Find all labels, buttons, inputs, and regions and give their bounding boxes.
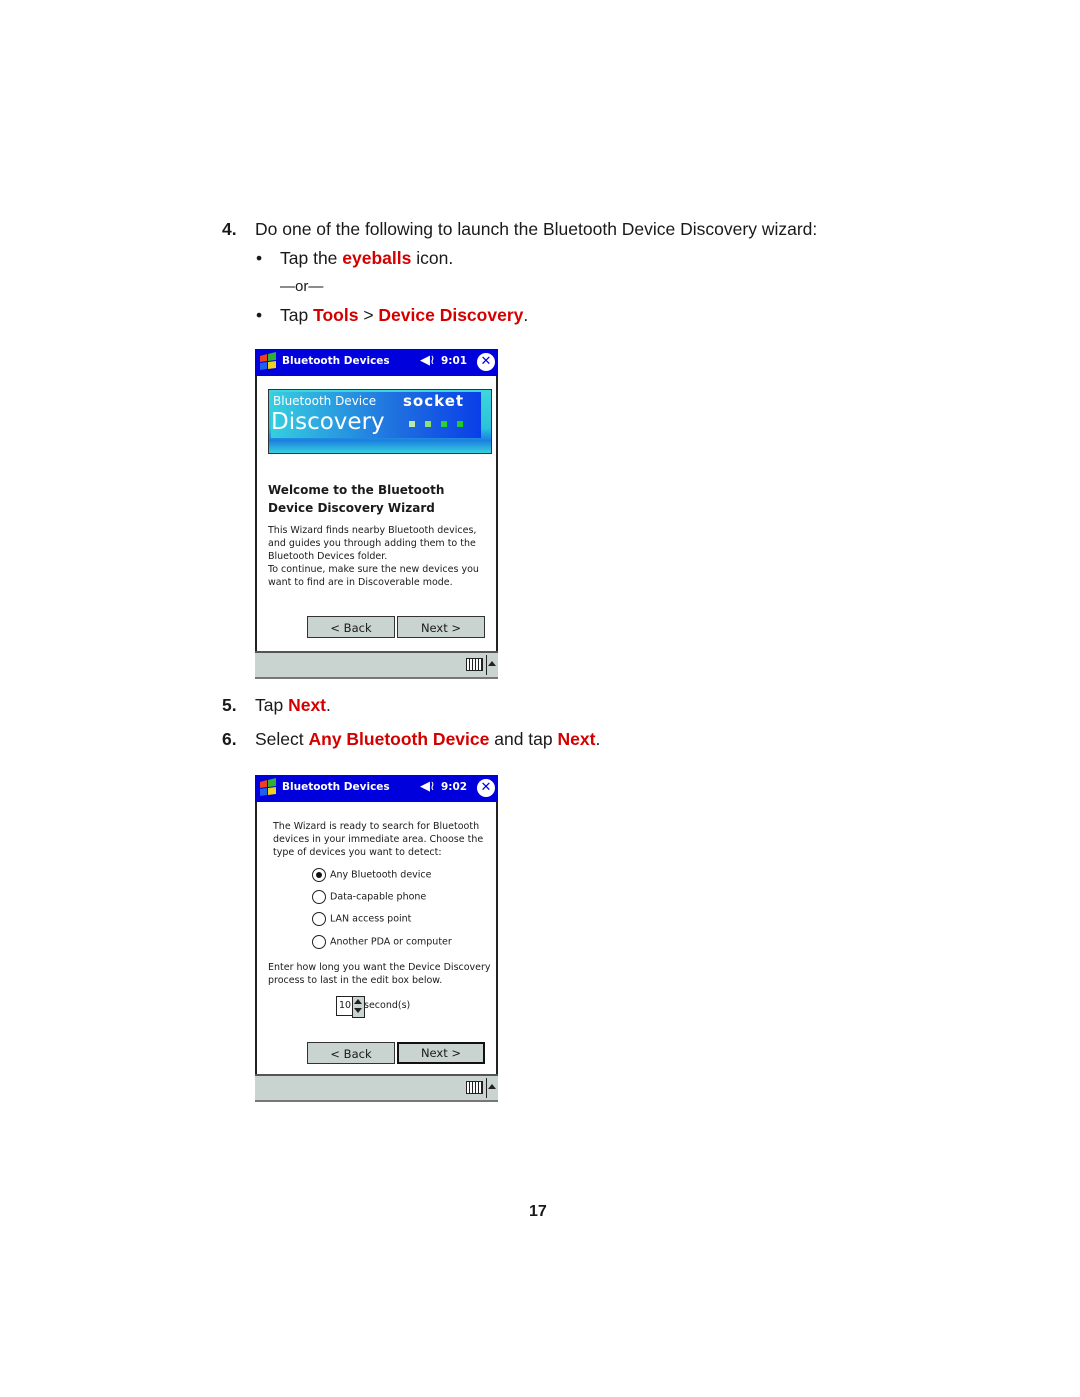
logo-square: [457, 421, 463, 427]
intro-line: The Wizard is ready to search for Blueto…: [273, 821, 480, 832]
next-button[interactable]: Next >: [397, 1042, 485, 1064]
option-label: Data-capable phone: [330, 891, 427, 903]
window-title: Bluetooth Devices: [282, 781, 390, 793]
intro-line: devices in your immediate area. Choose t…: [273, 834, 484, 845]
bullet-text: .: [523, 305, 529, 325]
any-bluetooth-device-highlight: Any Bluetooth Device: [308, 729, 490, 749]
input-menu-arrow-icon[interactable]: [488, 1084, 496, 1089]
banner-line1: Bluetooth Device: [273, 394, 377, 408]
step-number: 6.: [222, 729, 237, 749]
step-text: Select: [255, 729, 309, 749]
radio-selected[interactable]: [312, 868, 326, 882]
duration-unit: second(s): [364, 1000, 411, 1011]
radio-unselected[interactable]: [312, 890, 326, 904]
step-number: 4.: [222, 219, 237, 239]
intro-line: Bluetooth Devices folder.: [268, 551, 388, 562]
close-icon[interactable]: ✕: [477, 779, 495, 797]
step-6: 6. Select Any Bluetooth Device and tap Ne…: [222, 728, 600, 750]
spin-up-icon[interactable]: [354, 999, 362, 1004]
windows-start-icon[interactable]: [257, 351, 279, 373]
step-text: .: [595, 729, 601, 749]
window-title: Bluetooth Devices: [282, 355, 390, 367]
option-label: LAN access point: [330, 913, 412, 925]
clock[interactable]: 9:01: [441, 355, 467, 367]
discovery-banner: Bluetooth Device Discovery socket: [268, 389, 492, 454]
pda-screen-device-type: Bluetooth Devices ◀≀ 9:02 ✕ The Wizard i…: [255, 775, 498, 1102]
keyboard-icon[interactable]: [466, 1081, 483, 1094]
pda-screen-welcome: Bluetooth Devices ◀≀ 9:01 ✕ Bluetooth De…: [255, 349, 498, 679]
intro-line: This Wizard finds nearby Bluetooth devic…: [268, 525, 477, 536]
next-highlight: Next: [288, 695, 327, 715]
eyeballs-highlight: eyeballs: [342, 248, 412, 268]
next-button[interactable]: Next >: [397, 616, 485, 638]
speaker-icon[interactable]: ◀≀: [420, 779, 435, 794]
or-separator: —or—: [280, 278, 324, 295]
bullet-text: icon.: [411, 248, 454, 268]
back-button[interactable]: < Back: [307, 616, 395, 638]
wizard-body: The Wizard is ready to search for Blueto…: [255, 802, 498, 1074]
duration-instruction: Enter how long you want the Device Disco…: [268, 962, 491, 973]
device-discovery-highlight: Device Discovery: [378, 305, 524, 325]
bullet-tools: • Tap Tools > Device Discovery.: [256, 304, 528, 326]
taskbar-separator: [486, 655, 487, 675]
taskbar: [255, 651, 498, 679]
wizard-body: Bluetooth Device Discovery socket Welcom…: [255, 376, 498, 651]
next-highlight: Next: [557, 729, 596, 749]
page-number: 17: [529, 1203, 547, 1220]
option-lan-access-point[interactable]: LAN access point: [312, 912, 411, 927]
bullet-dot: •: [256, 305, 263, 325]
option-another-pda[interactable]: Another PDA or computer: [312, 935, 452, 950]
radio-unselected[interactable]: [312, 912, 326, 926]
logo-square: [409, 421, 415, 427]
intro-line: and guides you through adding them to th…: [268, 538, 476, 549]
close-icon[interactable]: ✕: [477, 353, 495, 371]
logo-square: [425, 421, 431, 427]
option-label: Any Bluetooth device: [330, 869, 432, 881]
bullet-text: Tap: [280, 305, 314, 325]
title-bar: Bluetooth Devices ◀≀ 9:02 ✕: [255, 775, 498, 802]
instruction-line: To continue, make sure the new devices y…: [268, 564, 479, 575]
welcome-heading-line2: Device Discovery Wizard: [268, 501, 435, 515]
welcome-heading-line1: Welcome to the Bluetooth: [268, 483, 445, 497]
duration-instruction: process to last in the edit box below.: [268, 975, 443, 986]
intro-line: type of devices you want to detect:: [273, 847, 442, 858]
instruction-line: want to find are in Discoverable mode.: [268, 577, 453, 588]
bullet-dot: •: [256, 248, 263, 268]
option-any-bluetooth-device[interactable]: Any Bluetooth device: [312, 868, 432, 883]
bullet-text: >: [358, 305, 379, 325]
title-bar: Bluetooth Devices ◀≀ 9:01 ✕: [255, 349, 498, 376]
socket-logo: socket: [403, 392, 465, 410]
clock[interactable]: 9:02: [441, 781, 467, 793]
banner-line2: Discovery: [271, 409, 385, 435]
step-number: 5.: [222, 695, 237, 715]
bullet-text: Tap the: [280, 248, 343, 268]
keyboard-icon[interactable]: [466, 658, 483, 671]
logo-square: [441, 421, 447, 427]
step-5: 5. Tap Next.: [222, 694, 331, 716]
taskbar-separator: [486, 1078, 487, 1098]
step-text: Tap: [255, 695, 289, 715]
option-label: Another PDA or computer: [330, 936, 452, 948]
tools-highlight: Tools: [313, 305, 359, 325]
bullet-eyeballs: • Tap the eyeballs icon.: [256, 247, 453, 269]
spin-down-icon[interactable]: [354, 1008, 362, 1013]
speaker-icon[interactable]: ◀≀: [420, 353, 435, 368]
radio-unselected[interactable]: [312, 935, 326, 949]
step-text: .: [326, 695, 331, 715]
step-4: 4. Do one of the following to launch the …: [222, 218, 817, 240]
step-text: Do one of the following to launch the Bl…: [255, 219, 818, 239]
windows-start-icon[interactable]: [257, 777, 279, 799]
option-data-capable-phone[interactable]: Data-capable phone: [312, 890, 426, 905]
input-menu-arrow-icon[interactable]: [488, 661, 496, 666]
step-text: and tap: [489, 729, 558, 749]
back-button[interactable]: < Back: [307, 1042, 395, 1064]
taskbar: [255, 1074, 498, 1102]
